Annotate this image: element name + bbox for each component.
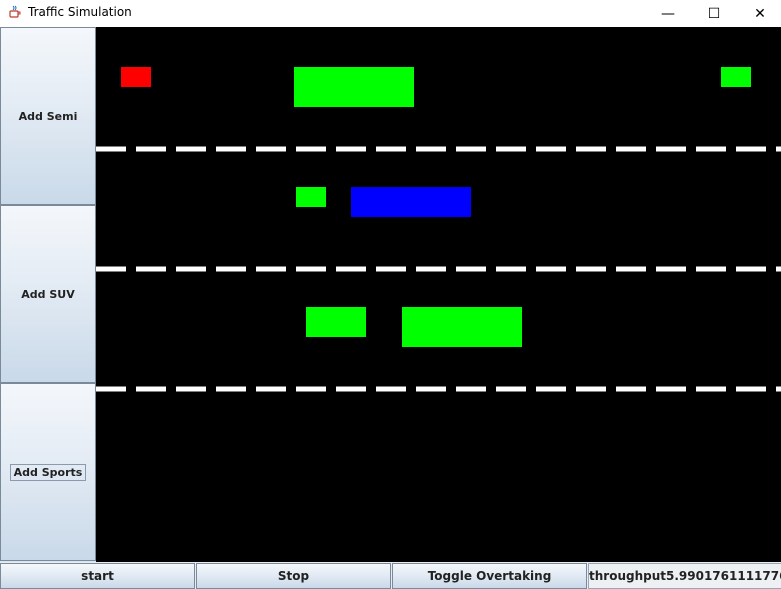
lane-3-suv bbox=[306, 307, 366, 337]
lane-1 bbox=[121, 67, 751, 107]
stop-label: Stop bbox=[277, 569, 310, 583]
lane-1-sports-car-1 bbox=[121, 67, 151, 87]
window-title: Traffic Simulation bbox=[28, 5, 132, 19]
start-label: start bbox=[81, 569, 114, 583]
close-button[interactable]: ✕ bbox=[737, 0, 781, 27]
lane-2-suv-1 bbox=[351, 187, 471, 217]
add-suv-label: Add SUV bbox=[21, 287, 75, 301]
maximize-icon: ☐ bbox=[707, 5, 721, 22]
add-semi-label: Add Semi bbox=[18, 109, 78, 123]
lane-2-suv-2 bbox=[606, 187, 666, 217]
add-sports-button[interactable]: Add Sports bbox=[0, 383, 96, 561]
control-bar: start Stop Toggle Overtaking throughput5… bbox=[0, 562, 781, 589]
lane-1-semi-truck bbox=[294, 67, 414, 107]
lane-4 bbox=[321, 427, 456, 457]
toggle-overtaking-button[interactable]: Toggle Overtaking bbox=[392, 563, 587, 589]
add-suv-button[interactable]: Add SUV bbox=[0, 205, 96, 383]
stop-button[interactable]: Stop bbox=[196, 563, 391, 589]
lane-1-sports-car-2 bbox=[721, 67, 751, 87]
lane-2 bbox=[296, 187, 666, 217]
road-canvas bbox=[96, 27, 781, 562]
maximize-button[interactable]: ☐ bbox=[691, 0, 737, 27]
add-semi-button[interactable]: Add Semi bbox=[0, 27, 96, 205]
start-button[interactable]: start bbox=[0, 563, 195, 589]
lane-3-semi-truck bbox=[402, 307, 522, 347]
title-bar: Traffic Simulation — ☐ ✕ bbox=[0, 0, 781, 27]
add-sports-label: Add Sports bbox=[9, 463, 87, 481]
lane-4-suv-1 bbox=[321, 427, 381, 457]
lane-dividers bbox=[96, 146, 781, 392]
toggle-overtaking-label: Toggle Overtaking bbox=[427, 569, 552, 583]
java-app-icon bbox=[9, 5, 21, 18]
minimize-icon: — bbox=[661, 5, 675, 22]
lane-4-suv-2 bbox=[396, 427, 456, 457]
throughput-readout: throughput5.990176111177669E-8 bbox=[588, 563, 781, 589]
vehicle-button-panel: Add Semi Add SUV Add Sports bbox=[0, 27, 96, 562]
minimize-button[interactable]: — bbox=[645, 0, 691, 27]
lane-3 bbox=[306, 307, 522, 347]
close-icon: ✕ bbox=[754, 5, 766, 22]
road-drawing bbox=[96, 67, 781, 457]
lane-2-sports-car bbox=[296, 187, 326, 207]
